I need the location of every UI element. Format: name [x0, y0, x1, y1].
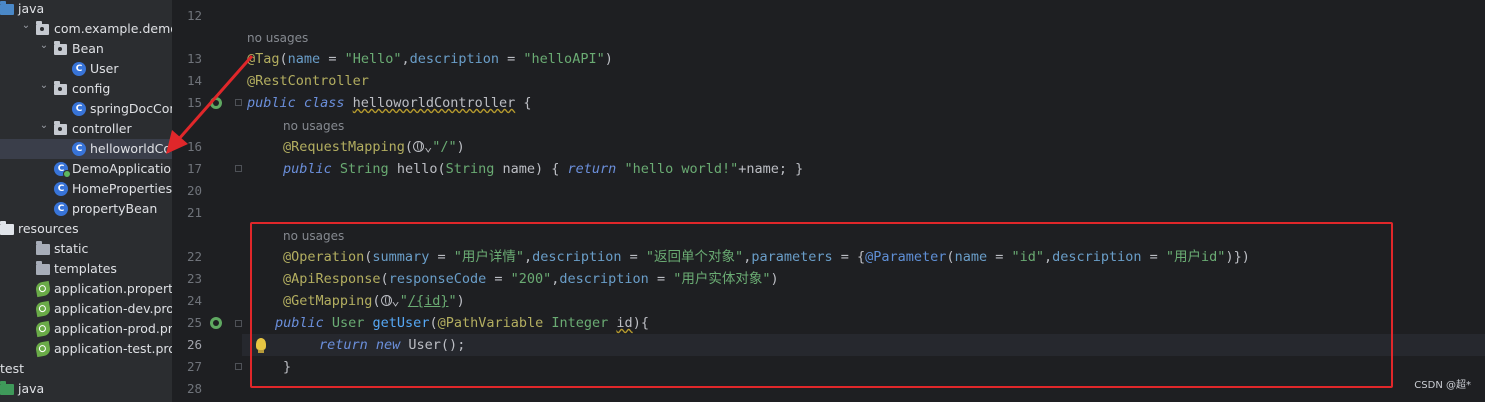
tree-item-label: User	[90, 61, 119, 76]
spring-properties-icon	[34, 300, 52, 318]
line-number: 27	[186, 359, 202, 374]
code-line-13[interactable]: @Tag(name = "Hello",description = "hello…	[247, 48, 613, 70]
globe-icon[interactable]	[413, 141, 425, 152]
tree-item[interactable]: ChelloworldContro	[0, 139, 172, 159]
line-number: 23	[186, 271, 202, 286]
editor-gutter: 12 13 14 15 16 17 20 21 22 23 24 25 26 2…	[172, 0, 242, 402]
fold-marker-icon[interactable]	[235, 363, 242, 370]
line-number-current: 26	[186, 337, 202, 352]
chevron-down-icon[interactable]: ⌄	[38, 116, 50, 136]
tree-item[interactable]: templates	[0, 259, 172, 279]
tree-item[interactable]: ⌄ config	[0, 79, 172, 99]
tree-item[interactable]: application-prod.prope	[0, 319, 172, 339]
class-icon: C	[54, 182, 68, 196]
line-number: 13	[186, 51, 202, 66]
project-tree[interactable]: java ⌄ com.example.demo ⌄ Bean C User ⌄ config Cs…	[0, 0, 172, 402]
tree-item-label: application-prod.prope	[54, 321, 172, 336]
tree-item-label: helloworldContro	[90, 141, 172, 156]
class-icon: C	[72, 142, 86, 156]
tree-item[interactable]: java	[0, 379, 172, 399]
folder-resources-icon	[0, 221, 14, 235]
line-number: 17	[186, 161, 202, 176]
tree-item[interactable]: CpropertyBean	[0, 199, 172, 219]
spring-endpoint-gutter-icon[interactable]	[210, 317, 222, 329]
tree-item-label: Bean	[72, 41, 104, 56]
folder-icon	[36, 261, 50, 275]
highlight-box	[250, 222, 1393, 388]
folder-green-icon	[0, 381, 14, 395]
tree-item[interactable]: CspringDocConfig	[0, 99, 172, 119]
tree-item-label: application.properties	[54, 281, 172, 296]
tree-item-label: application-test.proper	[54, 341, 172, 356]
tree-item-label: propertyBean	[72, 201, 158, 216]
tree-item[interactable]: application-test.proper	[0, 339, 172, 359]
fold-marker-icon[interactable]	[235, 320, 242, 327]
tree-item-label: HomeProperties	[72, 181, 172, 196]
line-number: 12	[186, 8, 202, 23]
tree-item[interactable]: C DemoApplication	[0, 159, 172, 179]
tree-item[interactable]: resources	[0, 219, 172, 239]
fold-marker-icon[interactable]	[235, 165, 242, 172]
spring-properties-icon	[34, 340, 52, 358]
folder-icon	[36, 241, 50, 255]
chevron-down-icon[interactable]: ⌄	[38, 76, 50, 96]
fold-marker-icon[interactable]	[235, 99, 242, 106]
tree-item[interactable]: C User	[0, 59, 172, 79]
tree-item[interactable]: C HomeProperties	[0, 179, 172, 199]
line-number: 28	[186, 381, 202, 396]
line-number: 16	[186, 139, 202, 154]
spring-properties-icon	[34, 280, 52, 298]
tree-item[interactable]: ⌄ com.example.demo	[0, 19, 172, 39]
chevron-down-icon[interactable]: ⌄	[38, 36, 50, 56]
tree-item[interactable]: ⌄ Bean	[0, 39, 172, 59]
package-icon	[54, 81, 67, 95]
class-icon: C	[54, 202, 68, 216]
class-icon: C	[72, 102, 86, 116]
line-number: 15	[186, 95, 202, 110]
package-icon	[36, 21, 49, 35]
tree-item-label: templates	[54, 261, 117, 276]
tree-item-label: test	[0, 361, 25, 376]
line-number: 25	[186, 315, 202, 330]
spring-properties-icon	[34, 320, 52, 338]
tree-item-label: controller	[72, 121, 132, 136]
usage-hint[interactable]: no usages	[283, 118, 344, 134]
tree-item-label: static	[54, 241, 89, 256]
class-icon: C	[72, 62, 86, 76]
tree-item[interactable]: application.properties	[0, 279, 172, 299]
tree-item[interactable]: application-dev.proper	[0, 299, 172, 319]
class-run-icon: C	[54, 162, 71, 178]
code-line-17[interactable]: public String hello(String name) { retur…	[283, 158, 803, 180]
tree-item-label: com.example.demo	[54, 21, 172, 36]
tree-item-label: resources	[18, 221, 79, 236]
package-icon	[54, 121, 67, 135]
tree-item-label: DemoApplication	[72, 161, 172, 176]
chevron-down-icon[interactable]: ⌄	[20, 16, 32, 36]
tree-item[interactable]: ⌄ controller	[0, 119, 172, 139]
tree-item[interactable]: static	[0, 239, 172, 259]
tree-item-label: application-dev.proper	[54, 301, 172, 316]
line-number: 21	[186, 205, 202, 220]
code-line-15[interactable]: public class helloworldController {	[247, 92, 532, 114]
code-line-16[interactable]: @RequestMapping(⌄"/")	[283, 136, 465, 158]
line-number: 14	[186, 73, 202, 88]
usage-hint[interactable]: no usages	[247, 30, 308, 46]
line-number: 22	[186, 249, 202, 264]
line-number: 24	[186, 293, 202, 308]
package-icon	[54, 41, 67, 55]
tree-item-label: config	[72, 81, 111, 96]
folder-blue-icon	[0, 1, 14, 15]
tree-item-label: java	[18, 381, 45, 396]
tree-item[interactable]: test	[0, 359, 172, 379]
line-number: 20	[186, 183, 202, 198]
tree-item-label: springDocConfig	[90, 101, 172, 116]
code-line-14[interactable]: @RestController	[247, 70, 369, 92]
spring-bean-gutter-icon[interactable]	[210, 97, 222, 109]
watermark: CSDN @超*	[1414, 380, 1471, 391]
